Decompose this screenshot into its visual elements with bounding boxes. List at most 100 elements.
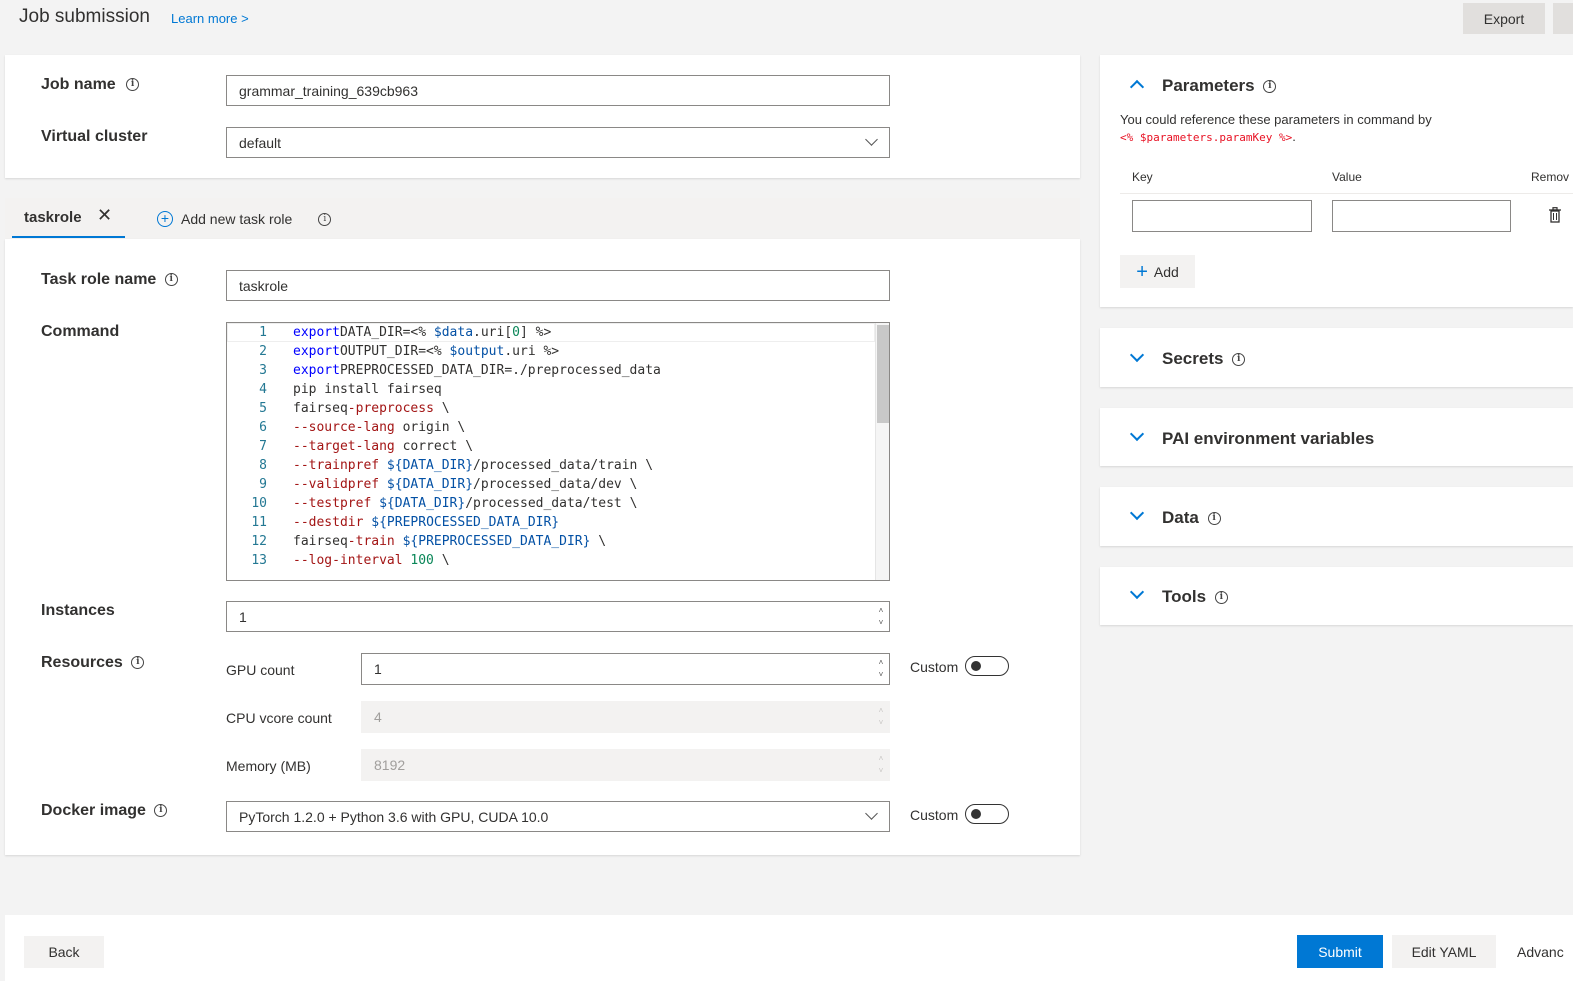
- code-token: ${DATA_DIR}: [386, 458, 474, 473]
- secrets-title: Secrets i: [1162, 349, 1246, 369]
- parameters-description: You could reference these parameters in …: [1120, 112, 1432, 144]
- info-icon[interactable]: i: [1263, 80, 1277, 94]
- add-parameter-label: Add: [1153, 263, 1179, 280]
- add-task-role-button[interactable]: + Add new task role i: [157, 209, 332, 229]
- code-token: correct \: [394, 439, 474, 454]
- code-token: \: [433, 553, 450, 568]
- info-icon[interactable]: i: [1207, 512, 1221, 526]
- code-line: 13 --log-interval 100 \: [227, 551, 661, 570]
- memory-input: 8192 ˄ ˅: [361, 749, 890, 781]
- resources-label: Resources i: [41, 654, 145, 672]
- spin-down-icon: ˅: [878, 766, 884, 775]
- code-token: \: [590, 534, 607, 549]
- header-overflow-button[interactable]: [1553, 3, 1573, 34]
- line-number: 4: [259, 382, 267, 397]
- tab-taskrole[interactable]: taskrole ✕: [12, 198, 125, 238]
- spin-up-icon: ˄: [878, 706, 884, 715]
- parameter-value-input[interactable]: [1332, 200, 1511, 232]
- code-line: 3 exportPREPROCESSED_DATA_DIR=./preproces…: [227, 361, 661, 380]
- line-number: 13: [251, 553, 267, 568]
- info-icon[interactable]: i: [131, 656, 145, 670]
- cpu-count-label: CPU vcore count: [226, 710, 332, 726]
- code-token: $data: [433, 325, 474, 340]
- gpu-count-input[interactable]: 1 ˄ ˅: [361, 653, 890, 685]
- spin-down-icon: ˅: [878, 718, 884, 727]
- instances-value: 1: [239, 608, 247, 625]
- spin-down-icon[interactable]: ˅: [876, 670, 886, 680]
- code-token: -preprocess: [347, 401, 434, 416]
- parameters-header-divider: [1120, 193, 1573, 194]
- virtual-cluster-value: default: [239, 134, 282, 151]
- advanced-button[interactable]: Advanc: [1505, 935, 1573, 968]
- code-token: --target-lang: [293, 439, 395, 454]
- memory-label: Memory (MB): [226, 758, 311, 774]
- code-token: --destdir: [293, 515, 364, 530]
- resources-custom-label: Custom: [910, 659, 959, 675]
- trash-icon[interactable]: [1549, 207, 1561, 227]
- line-number: 1: [259, 325, 267, 340]
- learn-more-link[interactable]: Learn more >: [171, 11, 249, 26]
- export-button[interactable]: Export: [1463, 3, 1545, 34]
- cpu-count-value: 4: [374, 709, 382, 725]
- spin-up-icon[interactable]: ˄: [876, 658, 886, 668]
- code-token: export: [293, 325, 340, 340]
- parameters-code: <% $parameters.paramKey %>: [1120, 131, 1293, 144]
- code-line: 7 --target-lang correct \: [227, 437, 661, 456]
- add-parameter-button[interactable]: + Add: [1120, 255, 1195, 288]
- job-name-input[interactable]: grammar_training_639cb963: [226, 75, 890, 106]
- resources-custom-toggle[interactable]: [965, 656, 1009, 676]
- code-lines: 1 exportDATA_DIR=<% $data.uri[0] %> 2 expor…: [227, 323, 661, 570]
- edit-yaml-button[interactable]: Edit YAML: [1392, 935, 1496, 968]
- line-number: 6: [259, 420, 267, 435]
- code-token: \: [433, 401, 450, 416]
- tools-title: Tools i: [1162, 587, 1228, 607]
- code-line: 2 exportOUTPUT_DIR=<% $output.uri %>: [227, 342, 661, 361]
- spin-up-icon: ˄: [878, 754, 884, 763]
- info-icon[interactable]: i: [154, 804, 168, 818]
- line-number: 8: [259, 458, 267, 473]
- code-token: ${DATA_DIR}: [379, 496, 466, 511]
- gpu-count-label: GPU count: [226, 662, 295, 678]
- info-icon[interactable]: i: [318, 212, 332, 226]
- info-icon[interactable]: i: [1232, 353, 1246, 367]
- code-token: --validpref: [293, 477, 380, 492]
- job-name-label: Job name i: [41, 76, 140, 94]
- close-icon[interactable]: ✕: [97, 205, 112, 226]
- back-button[interactable]: Back: [24, 936, 104, 968]
- code-line: 6 --source-lang origin \: [227, 418, 661, 437]
- docker-image-select[interactable]: PyTorch 1.2.0 + Python 3.6 with GPU, CUD…: [226, 801, 890, 832]
- editor-scrollbar-thumb[interactable]: [877, 325, 889, 423]
- info-icon[interactable]: i: [164, 273, 178, 287]
- docker-custom-toggle[interactable]: [965, 804, 1009, 824]
- code-token: --trainpref: [293, 458, 380, 473]
- code-line: 11 --destdir ${PREPROCESSED_DATA_DIR}: [227, 513, 661, 532]
- code-line: 12 fairseq-train ${PREPROCESSED_DATA_DIR}…: [227, 532, 661, 551]
- editor-scrollbar[interactable]: [875, 323, 889, 580]
- code-token: fairseq: [293, 401, 348, 416]
- spin-up-icon[interactable]: ˄: [876, 606, 886, 616]
- memory-value: 8192: [374, 757, 406, 773]
- virtual-cluster-label: Virtual cluster: [41, 128, 148, 145]
- code-token: export: [293, 363, 340, 378]
- tab-label: taskrole: [24, 209, 82, 226]
- spin-down-icon[interactable]: ˅: [876, 618, 886, 628]
- docker-custom-label: Custom: [910, 807, 959, 823]
- code-token: export: [293, 344, 340, 359]
- info-icon[interactable]: i: [1214, 591, 1228, 605]
- docker-image-value: PyTorch 1.2.0 + Python 3.6 with GPU, CUD…: [239, 808, 549, 825]
- parameter-key-input[interactable]: [1132, 200, 1312, 232]
- virtual-cluster-select[interactable]: default: [226, 127, 890, 158]
- code-token: ] %>: [520, 325, 552, 340]
- code-line: 10 --testpref ${DATA_DIR}/processed_data/…: [227, 494, 661, 513]
- submit-button[interactable]: Submit: [1297, 935, 1383, 968]
- code-token: ${PREPROCESSED_DATA_DIR}: [371, 515, 560, 530]
- task-role-name-input[interactable]: taskrole: [226, 270, 890, 301]
- code-line: 8 --trainpref ${DATA_DIR}/processed_data/…: [227, 456, 661, 475]
- add-task-role-label: Add new task role: [181, 211, 293, 227]
- command-editor[interactable]: 1 exportDATA_DIR=<% $data.uri[0] %> 2 expor…: [226, 322, 890, 581]
- instances-input[interactable]: 1 ˄ ˅: [226, 601, 890, 632]
- info-icon[interactable]: i: [126, 78, 140, 92]
